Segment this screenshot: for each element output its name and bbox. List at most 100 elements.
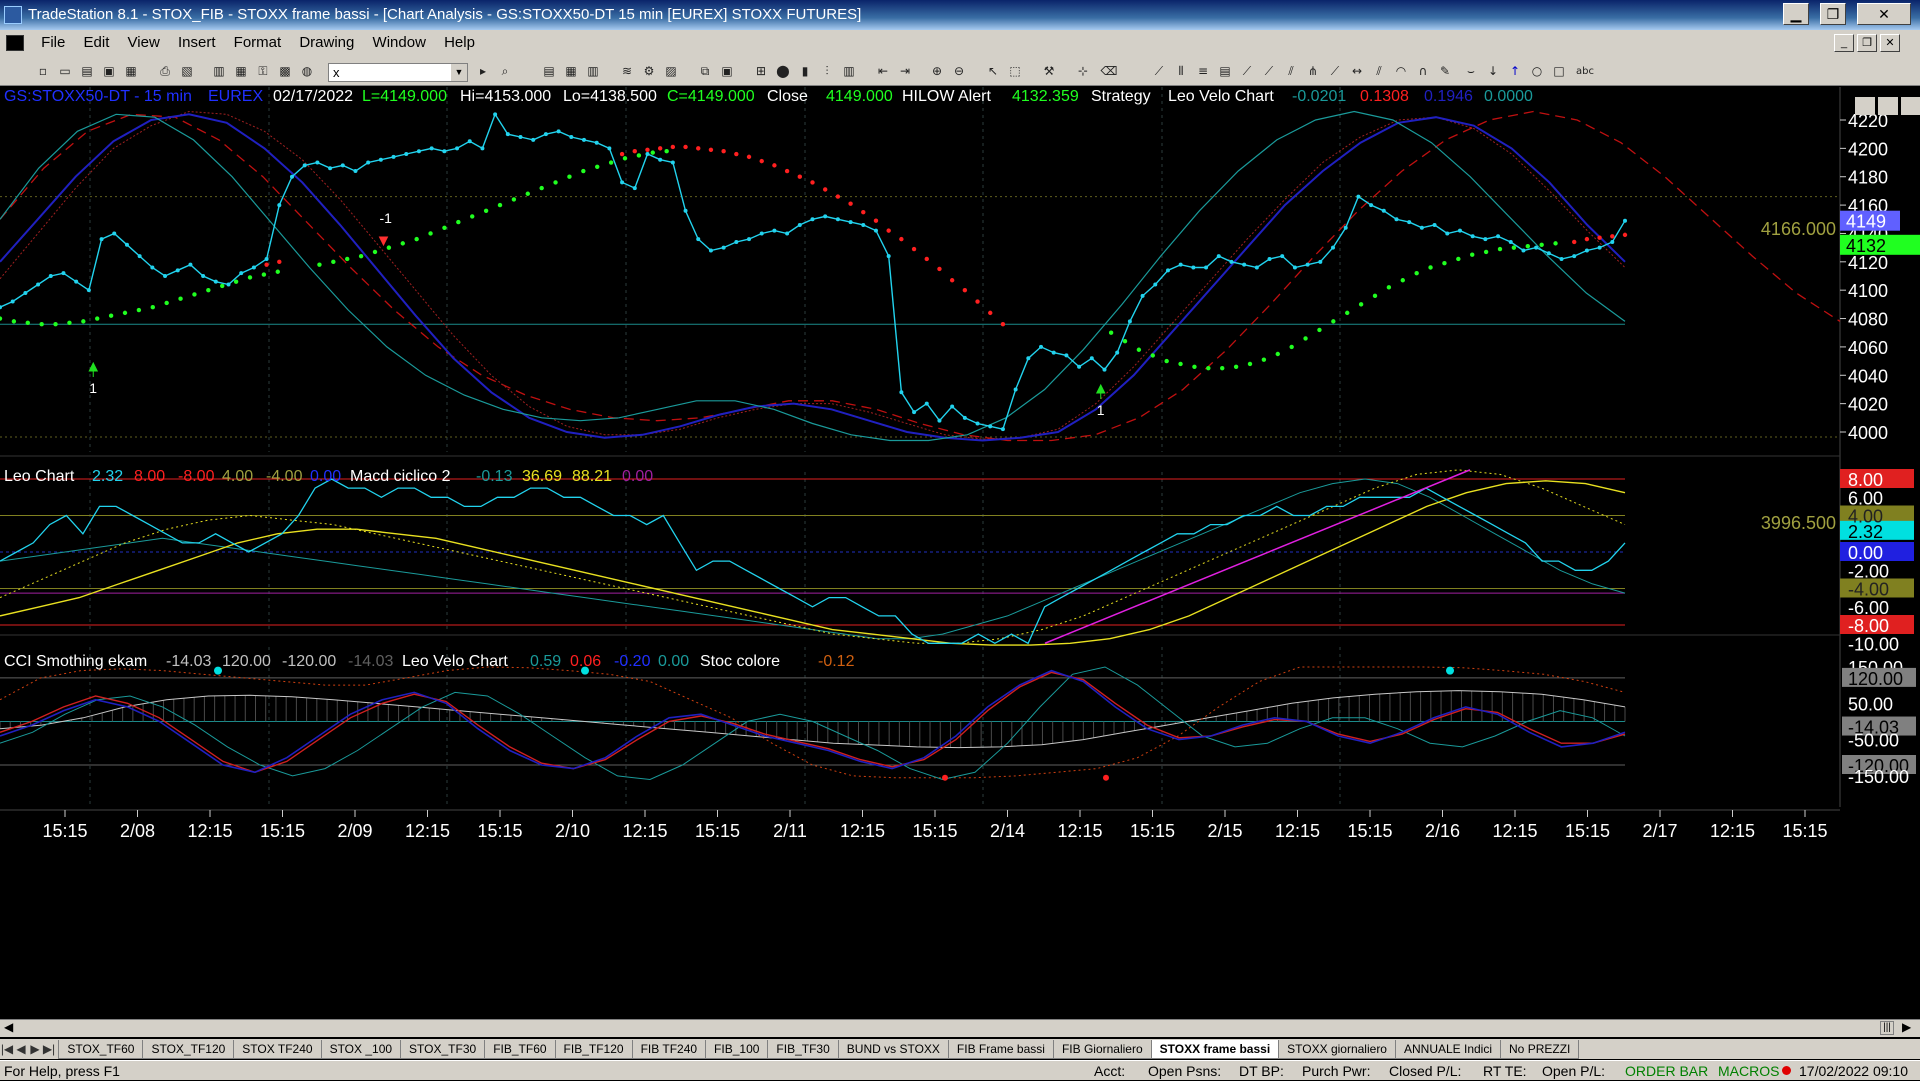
bar-chart-icon[interactable]: ▮ <box>796 63 814 80</box>
andrews-pitchfork-icon[interactable]: ⋔ <box>1304 63 1322 80</box>
tab-no-prezzi[interactable]: No PREZZI <box>1500 1040 1580 1059</box>
order-bar-button[interactable]: ORDER BAR <box>1625 1061 1708 1081</box>
tab-fib-tf30[interactable]: FIB_TF30 <box>767 1040 839 1059</box>
tradestation-app-icon[interactable] <box>4 6 22 24</box>
scroll-left-icon[interactable]: ⇤ <box>874 63 892 80</box>
tab-nav-prev[interactable]: ◀ <box>14 1039 28 1059</box>
print-preview-icon[interactable]: ▧ <box>178 63 196 80</box>
restore-button[interactable]: ❐ <box>1820 3 1846 25</box>
pointer-icon[interactable]: ↖ <box>984 63 1002 80</box>
symbol-input[interactable]: x ▼ <box>328 63 468 82</box>
optimize-icon[interactable]: ⚙ <box>640 63 658 80</box>
play-icon[interactable]: ▸ <box>474 63 492 80</box>
scroll-right-icon[interactable]: ⇥ <box>896 63 914 80</box>
mdi-close-button[interactable]: ✕ <box>1880 34 1900 52</box>
tab-fib-100[interactable]: FIB_100 <box>705 1040 769 1059</box>
scroll-thumb[interactable]: ||| <box>1880 1021 1894 1035</box>
record-icon[interactable]: ⬤ <box>774 63 792 80</box>
save-icon[interactable]: ▣ <box>100 63 118 80</box>
minimize-button[interactable]: ▁ <box>1783 3 1809 25</box>
format-indicators-icon[interactable]: ▦ <box>562 63 580 80</box>
lookup-icon[interactable]: ⌕ <box>496 63 514 80</box>
tab-stox-tf120[interactable]: STOX_TF120 <box>142 1040 235 1059</box>
scroll-left-arrow-icon[interactable]: ◀ <box>4 1020 13 1034</box>
arrow-lr-icon[interactable]: ↔ <box>1348 63 1366 80</box>
freehand-icon[interactable]: ⌣ <box>1462 63 1480 80</box>
tab-stox-tf240[interactable]: STOX TF240 <box>233 1040 322 1059</box>
text-box-icon[interactable]: ▤ <box>1216 63 1234 80</box>
radar-screen-icon[interactable]: ▦ <box>232 63 250 80</box>
tools-icon[interactable]: ⚒ <box>1040 63 1058 80</box>
menu-window[interactable]: Window <box>366 30 433 56</box>
menu-view[interactable]: View <box>121 30 167 56</box>
menu-file[interactable]: File <box>34 30 72 56</box>
tab-stox-100[interactable]: STOX _100 <box>320 1040 402 1059</box>
format-window-icon[interactable]: ▥ <box>584 63 602 80</box>
chart-window-icon[interactable] <box>6 35 24 51</box>
rectangle-icon[interactable]: □ <box>1550 63 1568 80</box>
tab-stoxx-giornaliero[interactable]: STOXX giornaliero <box>1278 1040 1396 1059</box>
tab-stox-tf60[interactable]: STOX_TF60 <box>58 1040 144 1059</box>
open-icon[interactable]: ▭ <box>56 63 74 80</box>
tab-stox-tf30[interactable]: STOX_TF30 <box>400 1040 486 1059</box>
channel-icon[interactable]: ⫽ <box>1282 63 1300 80</box>
open-workspace-icon[interactable]: ▤ <box>78 63 96 80</box>
menu-edit[interactable]: Edit <box>77 30 117 56</box>
horizontal-scrollbar[interactable]: ◀ ||| ▶ <box>0 1019 1920 1037</box>
candle-chart-icon[interactable]: ⫶ <box>818 63 836 80</box>
matrix-icon[interactable]: ▩ <box>276 63 294 80</box>
crosshair-icon[interactable]: ⊹ <box>1074 63 1092 80</box>
macros-button[interactable]: MACROS <box>1718 1061 1779 1081</box>
text-icon[interactable]: abc <box>1572 63 1598 80</box>
fib-fan-icon[interactable]: ⟋ <box>1238 63 1256 80</box>
chart-minimize-button[interactable] <box>1855 97 1875 115</box>
tab-nav-next[interactable]: ▶ <box>28 1039 42 1059</box>
close-button[interactable]: ✕ <box>1857 3 1911 25</box>
regression-icon[interactable]: ⟋ <box>1260 63 1278 80</box>
tab-stoxx-frame-bassi[interactable]: STOXX frame bassi <box>1150 1040 1280 1059</box>
tab-nav-first[interactable]: |◀ <box>0 1039 14 1059</box>
zoom-out-icon[interactable]: ⊖ <box>950 63 968 80</box>
data-window-icon[interactable]: ⊞ <box>752 63 770 80</box>
pencil-icon[interactable]: ✎ <box>1436 63 1454 80</box>
mdi-restore-button[interactable]: ❐ <box>1857 34 1877 52</box>
lock-icon[interactable]: ⚿ <box>254 63 272 80</box>
menu-help[interactable]: Help <box>437 30 482 56</box>
tab-fib-frame-bassi[interactable]: FIB Frame bassi <box>947 1040 1054 1059</box>
menu-drawing[interactable]: Drawing <box>292 30 361 56</box>
horizontal-line-icon[interactable]: ≡ <box>1194 63 1212 80</box>
link-icon[interactable]: ⧉ <box>696 63 714 80</box>
tab-fib-tf120[interactable]: FIB_TF120 <box>554 1040 633 1059</box>
new-icon[interactable]: ▫ <box>34 63 52 80</box>
zoom-in-icon[interactable]: ⊕ <box>928 63 946 80</box>
window-icon[interactable]: ▣ <box>718 63 736 80</box>
tab-bund-vs-stoxx[interactable]: BUND vs STOXX <box>837 1040 949 1059</box>
tab-fib-giornaliero[interactable]: FIB Giornaliero <box>1052 1040 1152 1059</box>
histogram-icon[interactable]: ▥ <box>840 63 858 80</box>
mdi-minimize-button[interactable]: _ <box>1834 34 1854 52</box>
chart-analysis-window[interactable]: 4166.0003996.5001-1142204200418041604140… <box>0 87 1920 1025</box>
arc-icon[interactable]: ◠ <box>1392 63 1410 80</box>
menu-insert[interactable]: Insert <box>171 30 223 56</box>
scroll-right-arrow-icon[interactable]: ▶ <box>1902 1020 1911 1034</box>
chart-analysis-icon[interactable]: ▥ <box>210 63 228 80</box>
arrow-up-icon[interactable]: ↑ <box>1506 63 1524 80</box>
save-workspace-icon[interactable]: ▦ <box>122 63 140 80</box>
tab-annuale-indici[interactable]: ANNUALE Indici <box>1394 1040 1502 1059</box>
gann-icon[interactable]: ⟋ <box>1326 63 1344 80</box>
globe-icon[interactable]: ◍ <box>298 63 316 80</box>
print-icon[interactable]: ⎙ <box>156 63 174 80</box>
arrow-down-icon[interactable]: ↓ <box>1484 63 1502 80</box>
chevron-down-icon[interactable]: ▼ <box>451 64 467 81</box>
vertical-line-icon[interactable]: ⦀ <box>1172 63 1190 80</box>
trendline-icon[interactable]: ⟋ <box>1150 63 1168 80</box>
fib-lines-icon[interactable]: ⫽ <box>1370 63 1388 80</box>
strategy-icon[interactable]: ≋ <box>618 63 636 80</box>
tab-fib-tf240[interactable]: FIB TF240 <box>631 1040 707 1059</box>
chart-restore-button[interactable] <box>1878 97 1898 115</box>
ellipse-icon[interactable]: ○ <box>1528 63 1546 80</box>
eraser-icon[interactable]: ⌫ <box>1100 63 1118 80</box>
chart-close-button[interactable] <box>1901 97 1920 115</box>
menu-format[interactable]: Format <box>227 30 289 56</box>
tab-nav-last[interactable]: ▶| <box>42 1039 56 1059</box>
